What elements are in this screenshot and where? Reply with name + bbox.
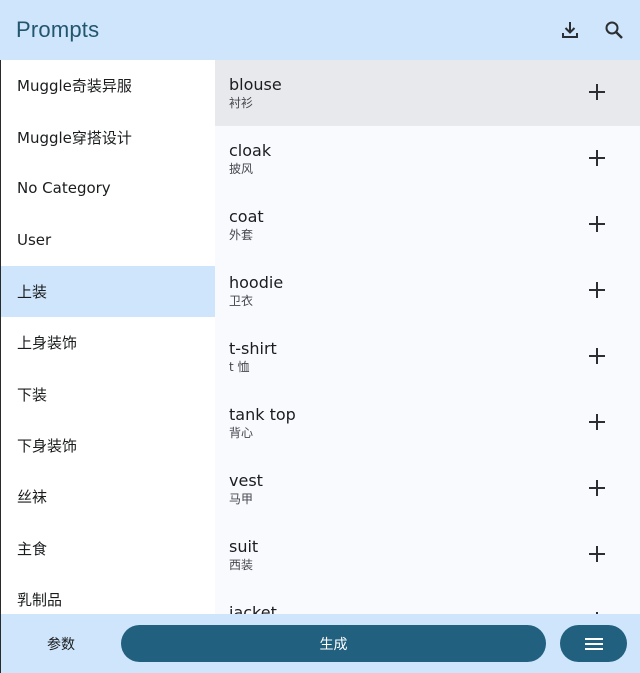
category-item[interactable]: User [1, 214, 215, 265]
prompt-name: coat [229, 207, 264, 226]
add-icon[interactable] [588, 281, 606, 299]
params-button[interactable]: 参数 [21, 627, 101, 661]
category-item[interactable]: 下装 [1, 368, 215, 419]
category-item-selected[interactable]: 上装 [1, 265, 215, 317]
prompt-row[interactable]: t-shirt t 恤 [215, 324, 640, 390]
add-icon[interactable] [588, 545, 606, 563]
category-item[interactable]: 乳制品 [1, 574, 215, 614]
add-icon[interactable] [588, 413, 606, 431]
prompt-translation: 马甲 [229, 492, 254, 506]
search-icon [605, 21, 623, 39]
category-list: Muggle奇装异服 Muggle穿搭设计 No Category User 上… [0, 60, 215, 614]
prompt-row[interactable]: suit 西装 [215, 522, 640, 588]
menu-button[interactable] [560, 625, 627, 662]
prompt-translation: 衬衫 [229, 96, 254, 110]
category-item[interactable]: No Category [1, 163, 215, 214]
add-icon[interactable] [588, 215, 606, 233]
prompt-name: jacket [229, 603, 277, 614]
prompt-translation: 西装 [229, 558, 254, 572]
prompt-translation: t 恤 [229, 360, 250, 374]
prompt-name: vest [229, 471, 263, 490]
add-icon[interactable] [588, 149, 606, 167]
prompt-name: hoodie [229, 273, 284, 292]
prompt-row-selected[interactable]: blouse 衬衫 [215, 60, 640, 126]
bottom-bar: 参数 生成 [0, 614, 640, 673]
prompt-translation: 披风 [229, 162, 254, 176]
prompt-name: cloak [229, 141, 272, 160]
prompt-translation: 外套 [229, 228, 254, 242]
prompt-name: t-shirt [229, 339, 277, 358]
prompt-name: tank top [229, 405, 296, 424]
prompt-row[interactable]: coat 外套 [215, 192, 640, 258]
prompt-row[interactable]: cloak 披风 [215, 126, 640, 192]
category-item[interactable]: 丝袜 [1, 471, 215, 522]
page-title: Prompts [16, 17, 100, 42]
prompt-row[interactable]: jacket [215, 588, 640, 614]
app-window: Prompts Muggle奇装异服 Muggle穿搭设计 No Categor… [0, 0, 640, 673]
prompt-name: blouse [229, 75, 282, 94]
category-item[interactable]: 下身装饰 [1, 420, 215, 471]
prompt-row[interactable]: hoodie 卫衣 [215, 258, 640, 324]
prompt-row[interactable]: tank top 背心 [215, 390, 640, 456]
prompt-row[interactable]: vest 马甲 [215, 456, 640, 522]
prompt-translation: 卫衣 [229, 294, 254, 308]
add-icon[interactable] [588, 479, 606, 497]
add-icon[interactable] [588, 83, 606, 101]
category-item[interactable]: 主食 [1, 523, 215, 574]
prompt-list: blouse 衬衫 cloak 披风 coat 外套 hoodie 卫衣 t-s… [215, 60, 640, 614]
prompt-name: suit [229, 537, 259, 556]
generate-button[interactable]: 生成 [121, 625, 546, 662]
category-item[interactable]: Muggle穿搭设计 [1, 111, 215, 162]
download-icon [562, 22, 578, 38]
download-button[interactable] [554, 14, 586, 46]
prompt-translation: 背心 [229, 426, 254, 440]
category-item[interactable]: 上身装饰 [1, 317, 215, 368]
category-item[interactable]: Muggle奇装异服 [1, 60, 215, 111]
add-icon[interactable] [588, 347, 606, 365]
menu-icon [584, 637, 603, 651]
top-app-bar: Prompts [0, 0, 640, 60]
search-button[interactable] [598, 14, 630, 46]
